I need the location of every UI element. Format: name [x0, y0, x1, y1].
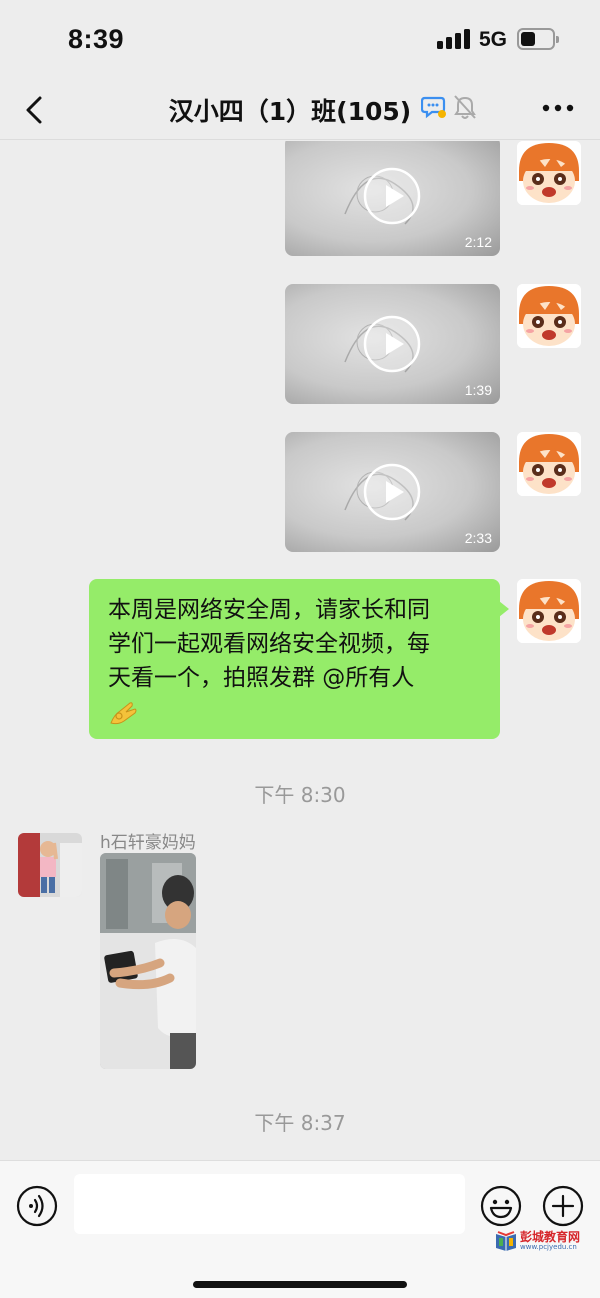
- status-bar: 8:39 5G: [0, 0, 600, 80]
- message-list[interactable]: 2:12 1:39 2:33 本周是网络安全周，请家长和同 学们一起观看网络安全…: [0, 141, 600, 1160]
- avatar[interactable]: [517, 141, 581, 205]
- home-indicator[interactable]: [193, 1281, 407, 1288]
- timestamp: 下午 8:37: [254, 1111, 346, 1135]
- avatar[interactable]: [517, 284, 581, 348]
- chat-bubble-icon: [421, 96, 446, 119]
- more-icon[interactable]: [540, 96, 576, 120]
- video-duration: 1:39: [464, 382, 492, 398]
- video-duration: 2:33: [464, 530, 492, 546]
- text-message[interactable]: 本周是网络安全周，请家长和同 学们一起观看网络安全视频，每 天看一个，拍照发群 …: [89, 579, 509, 739]
- video-message[interactable]: 2:12: [285, 141, 500, 256]
- network-label: 5G: [479, 28, 508, 51]
- battery-icon: [517, 28, 559, 50]
- bubble-tail: [499, 601, 509, 617]
- avatar[interactable]: [517, 579, 581, 643]
- message-input[interactable]: [74, 1174, 465, 1234]
- plus-icon[interactable]: [542, 1185, 584, 1227]
- play-icon[interactable]: [363, 463, 421, 521]
- anime-avatar-icon: [517, 579, 581, 643]
- anime-avatar-icon: [517, 432, 581, 496]
- play-icon[interactable]: [363, 315, 421, 373]
- message-line: 天看一个，拍照发群 @所有人: [108, 665, 415, 691]
- photo-thumbnail: [100, 853, 196, 1069]
- avatar[interactable]: [517, 432, 581, 496]
- play-icon[interactable]: [363, 167, 421, 225]
- message-line: 本周是网络安全周，请家长和同: [108, 597, 430, 623]
- message-line: 学们一起观看网络安全视频，每: [108, 631, 430, 657]
- ok-hand-icon: [110, 702, 137, 725]
- timestamp: 下午 8:30: [254, 783, 346, 807]
- chat-header: 汉小四（1）班(105): [0, 80, 600, 140]
- emoji-icon[interactable]: [480, 1185, 522, 1227]
- video-message[interactable]: 1:39: [285, 284, 500, 404]
- image-message[interactable]: [100, 853, 196, 1069]
- watermark: 彭城教育网 www.pcjyedu.cn: [494, 1228, 598, 1254]
- signal-icon: [437, 29, 471, 49]
- anime-avatar-icon: [517, 141, 581, 205]
- book-logo-icon: [496, 1231, 516, 1251]
- mute-icon: [454, 95, 476, 119]
- avatar[interactable]: [18, 833, 82, 897]
- chat-title: 汉小四（1）班(105): [168, 97, 412, 126]
- status-time: 8:39: [68, 24, 125, 54]
- voice-icon[interactable]: [16, 1185, 58, 1227]
- video-message[interactable]: 2:33: [285, 432, 500, 552]
- video-duration: 2:12: [464, 234, 492, 250]
- sender-name: h石轩豪妈妈: [100, 833, 196, 853]
- watermark-url: www.pcjyedu.cn: [520, 1243, 577, 1251]
- child-photo-avatar: [18, 833, 82, 897]
- input-bar: 彭城教育网 www.pcjyedu.cn: [0, 1160, 600, 1298]
- anime-avatar-icon: [517, 284, 581, 348]
